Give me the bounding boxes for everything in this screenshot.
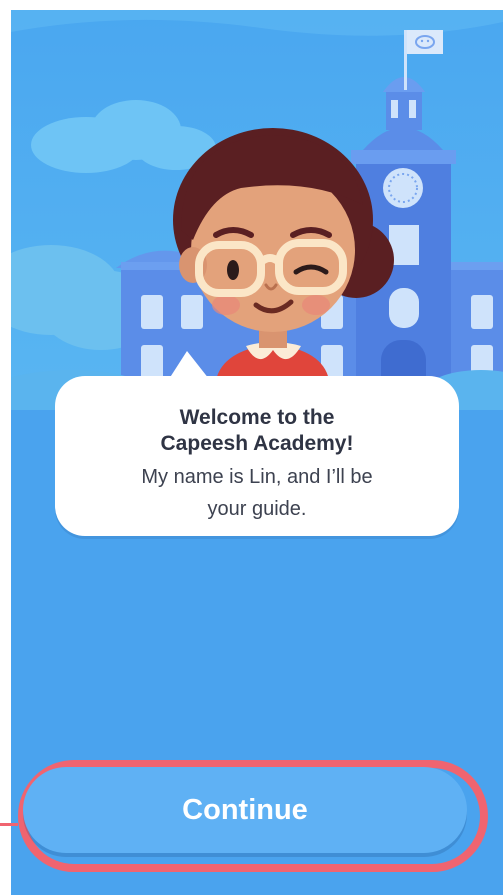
highlight-pointer-line	[0, 823, 18, 826]
continue-button[interactable]: Continue	[23, 767, 467, 853]
welcome-speech-bubble: Welcome to the Capeesh Academy! My name …	[55, 351, 459, 536]
welcome-title: Welcome to the Capeesh Academy!	[160, 406, 354, 455]
speech-bubble-tail	[169, 351, 209, 379]
academy-scene	[11, 10, 503, 410]
welcome-message: My name is Lin, and I’ll be your guide.	[141, 466, 373, 520]
